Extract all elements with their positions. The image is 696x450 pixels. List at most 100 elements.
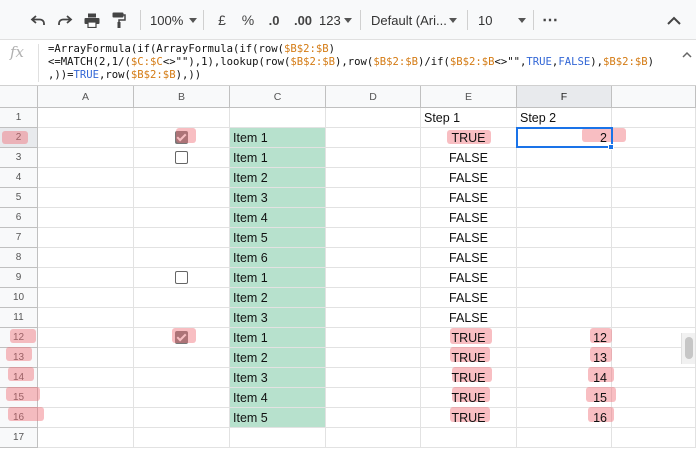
cell-f5[interactable] xyxy=(517,188,612,208)
cell-d2[interactable] xyxy=(326,128,421,148)
cell-d13[interactable] xyxy=(326,348,421,368)
cell-d5[interactable] xyxy=(326,188,421,208)
cell-c9[interactable]: Item 1 xyxy=(230,268,326,288)
cell-b11[interactable] xyxy=(134,308,230,328)
cell-c12[interactable]: Item 1 xyxy=(230,328,326,348)
increase-decimal-button[interactable]: .00 xyxy=(289,9,317,31)
cell-a4[interactable] xyxy=(38,168,134,188)
cell-e12[interactable]: TRUE xyxy=(421,328,517,348)
cell-e2[interactable]: TRUE xyxy=(421,128,517,148)
cell-g5[interactable] xyxy=(612,188,696,208)
column-header-a[interactable]: A xyxy=(38,86,134,108)
formula-input[interactable]: =ArrayFormula(if(ArrayFormula(if(row($B$… xyxy=(48,43,694,82)
cell-c6[interactable]: Item 4 xyxy=(230,208,326,228)
cell-b1[interactable] xyxy=(134,108,230,128)
number-format-select[interactable]: 123 xyxy=(319,9,352,31)
cell-c17[interactable] xyxy=(230,428,326,448)
cell-a9[interactable] xyxy=(38,268,134,288)
more-options-button[interactable]: ⋯ xyxy=(540,9,560,31)
cell-d10[interactable] xyxy=(326,288,421,308)
cell-d7[interactable] xyxy=(326,228,421,248)
collapse-toolbar-icon[interactable] xyxy=(662,9,686,31)
cell-c5[interactable]: Item 3 xyxy=(230,188,326,208)
cell-g7[interactable] xyxy=(612,228,696,248)
cell-b6[interactable] xyxy=(134,208,230,228)
cell-b8[interactable] xyxy=(134,248,230,268)
cell-e9[interactable]: FALSE xyxy=(421,268,517,288)
redo-icon[interactable] xyxy=(53,9,77,31)
cell-g16[interactable] xyxy=(612,408,696,428)
cell-b14[interactable] xyxy=(134,368,230,388)
row-header[interactable]: 6 xyxy=(0,208,38,228)
cell-c10[interactable]: Item 2 xyxy=(230,288,326,308)
cell-d16[interactable] xyxy=(326,408,421,428)
cell-c8[interactable]: Item 6 xyxy=(230,248,326,268)
cell-f3[interactable] xyxy=(517,148,612,168)
cell-e15[interactable]: TRUE xyxy=(421,388,517,408)
font-size-select[interactable]: 10 xyxy=(478,9,526,31)
cell-c3[interactable]: Item 1 xyxy=(230,148,326,168)
cell-b4[interactable] xyxy=(134,168,230,188)
cell-d9[interactable] xyxy=(326,268,421,288)
cell-c11[interactable]: Item 3 xyxy=(230,308,326,328)
cell-c14[interactable]: Item 3 xyxy=(230,368,326,388)
cell-f8[interactable] xyxy=(517,248,612,268)
row-header[interactable]: 5 xyxy=(0,188,38,208)
row-header[interactable]: 8 xyxy=(0,248,38,268)
cell-a6[interactable] xyxy=(38,208,134,228)
cell-g8[interactable] xyxy=(612,248,696,268)
cell-e11[interactable]: FALSE xyxy=(421,308,517,328)
cell-e8[interactable]: FALSE xyxy=(421,248,517,268)
column-header-b[interactable]: B xyxy=(134,86,230,108)
cell-d17[interactable] xyxy=(326,428,421,448)
cell-e13[interactable]: TRUE xyxy=(421,348,517,368)
cell-d11[interactable] xyxy=(326,308,421,328)
cell-f11[interactable] xyxy=(517,308,612,328)
cell-a10[interactable] xyxy=(38,288,134,308)
cell-c15[interactable]: Item 4 xyxy=(230,388,326,408)
cell-c7[interactable]: Item 5 xyxy=(230,228,326,248)
formula-expand-icon[interactable] xyxy=(682,46,692,58)
undo-icon[interactable] xyxy=(26,9,50,31)
vertical-scrollbar[interactable] xyxy=(681,333,695,364)
cell-e4[interactable]: FALSE xyxy=(421,168,517,188)
cell-b17[interactable] xyxy=(134,428,230,448)
cell-a12[interactable] xyxy=(38,328,134,348)
row-header[interactable]: 7 xyxy=(0,228,38,248)
cell-a11[interactable] xyxy=(38,308,134,328)
column-header-c[interactable]: C xyxy=(230,86,326,108)
cell-e6[interactable]: FALSE xyxy=(421,208,517,228)
cell-a8[interactable] xyxy=(38,248,134,268)
decrease-decimal-button[interactable]: .0 xyxy=(262,9,286,31)
cell-a5[interactable] xyxy=(38,188,134,208)
cell-c1[interactable] xyxy=(230,108,326,128)
cell-b10[interactable] xyxy=(134,288,230,308)
column-header-next[interactable] xyxy=(612,86,696,108)
cell-d12[interactable] xyxy=(326,328,421,348)
cell-a2[interactable] xyxy=(38,128,134,148)
cell-d8[interactable] xyxy=(326,248,421,268)
cell-d3[interactable] xyxy=(326,148,421,168)
cell-f15[interactable]: 15 xyxy=(517,388,612,408)
cell-b15[interactable] xyxy=(134,388,230,408)
paint-format-icon[interactable] xyxy=(107,9,131,31)
checkbox-unchecked[interactable] xyxy=(175,271,188,284)
cell-a3[interactable] xyxy=(38,148,134,168)
checkbox-unchecked[interactable] xyxy=(175,151,188,164)
column-header-e[interactable]: E xyxy=(421,86,517,108)
cell-f17[interactable] xyxy=(517,428,612,448)
row-header[interactable]: 17 xyxy=(0,428,38,448)
cell-c4[interactable]: Item 2 xyxy=(230,168,326,188)
cell-a17[interactable] xyxy=(38,428,134,448)
cell-f9[interactable] xyxy=(517,268,612,288)
cell-a14[interactable] xyxy=(38,368,134,388)
cell-a1[interactable] xyxy=(38,108,134,128)
cell-g9[interactable] xyxy=(612,268,696,288)
cell-f12[interactable]: 12 xyxy=(517,328,612,348)
cell-b16[interactable] xyxy=(134,408,230,428)
print-icon[interactable] xyxy=(80,9,104,31)
row-header[interactable]: 3 xyxy=(0,148,38,168)
cell-e10[interactable]: FALSE xyxy=(421,288,517,308)
cell-g17[interactable] xyxy=(612,428,696,448)
cell-g11[interactable] xyxy=(612,308,696,328)
